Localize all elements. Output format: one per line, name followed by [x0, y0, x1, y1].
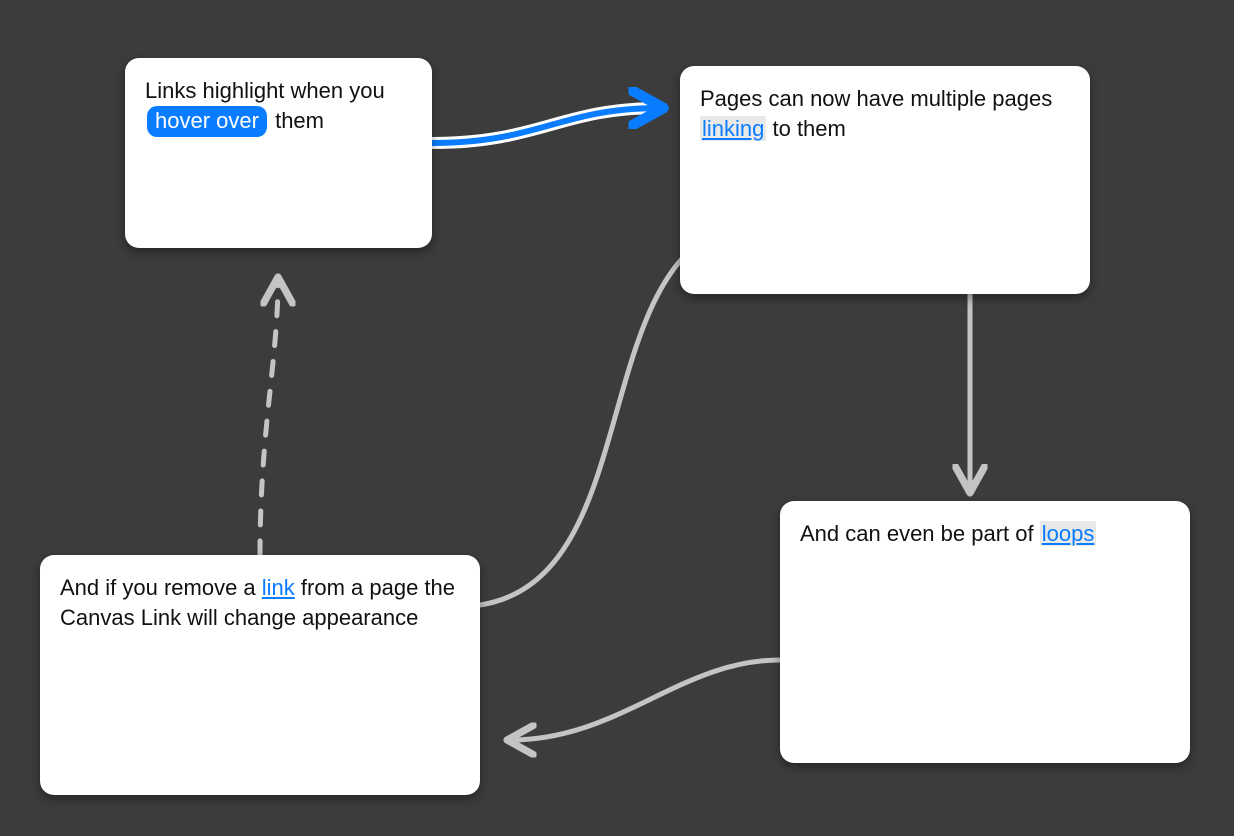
node-text: Pages can now have multiple pages — [700, 86, 1052, 111]
hover-pill[interactable]: hover over — [147, 106, 267, 138]
node-remove-link[interactable]: And if you remove a link from a page the… — [40, 555, 480, 795]
node-pages-multiple[interactable]: Pages can now have multiple pages linkin… — [680, 66, 1090, 294]
node-text: Links highlight when you — [145, 78, 385, 103]
node-links-highlight[interactable]: Links highlight when you hover over them — [125, 58, 432, 248]
node-text: to them — [766, 116, 845, 141]
diagram-canvas[interactable]: Links highlight when you hover over them… — [0, 0, 1234, 836]
edge-n4-n3[interactable] — [510, 660, 780, 740]
node-loops[interactable]: And can even be part of loops — [780, 501, 1190, 763]
link-loops[interactable]: loops — [1040, 521, 1097, 546]
edge-n3-n1[interactable] — [260, 280, 278, 555]
link-link[interactable]: link — [262, 575, 295, 600]
edge-n1-n2-outline — [432, 108, 660, 143]
edge-n1-n2[interactable] — [432, 108, 660, 143]
link-linking[interactable]: linking — [700, 116, 766, 141]
node-text: And if you remove a — [60, 575, 262, 600]
node-text: And can even be part of — [800, 521, 1040, 546]
node-text: them — [275, 108, 324, 133]
